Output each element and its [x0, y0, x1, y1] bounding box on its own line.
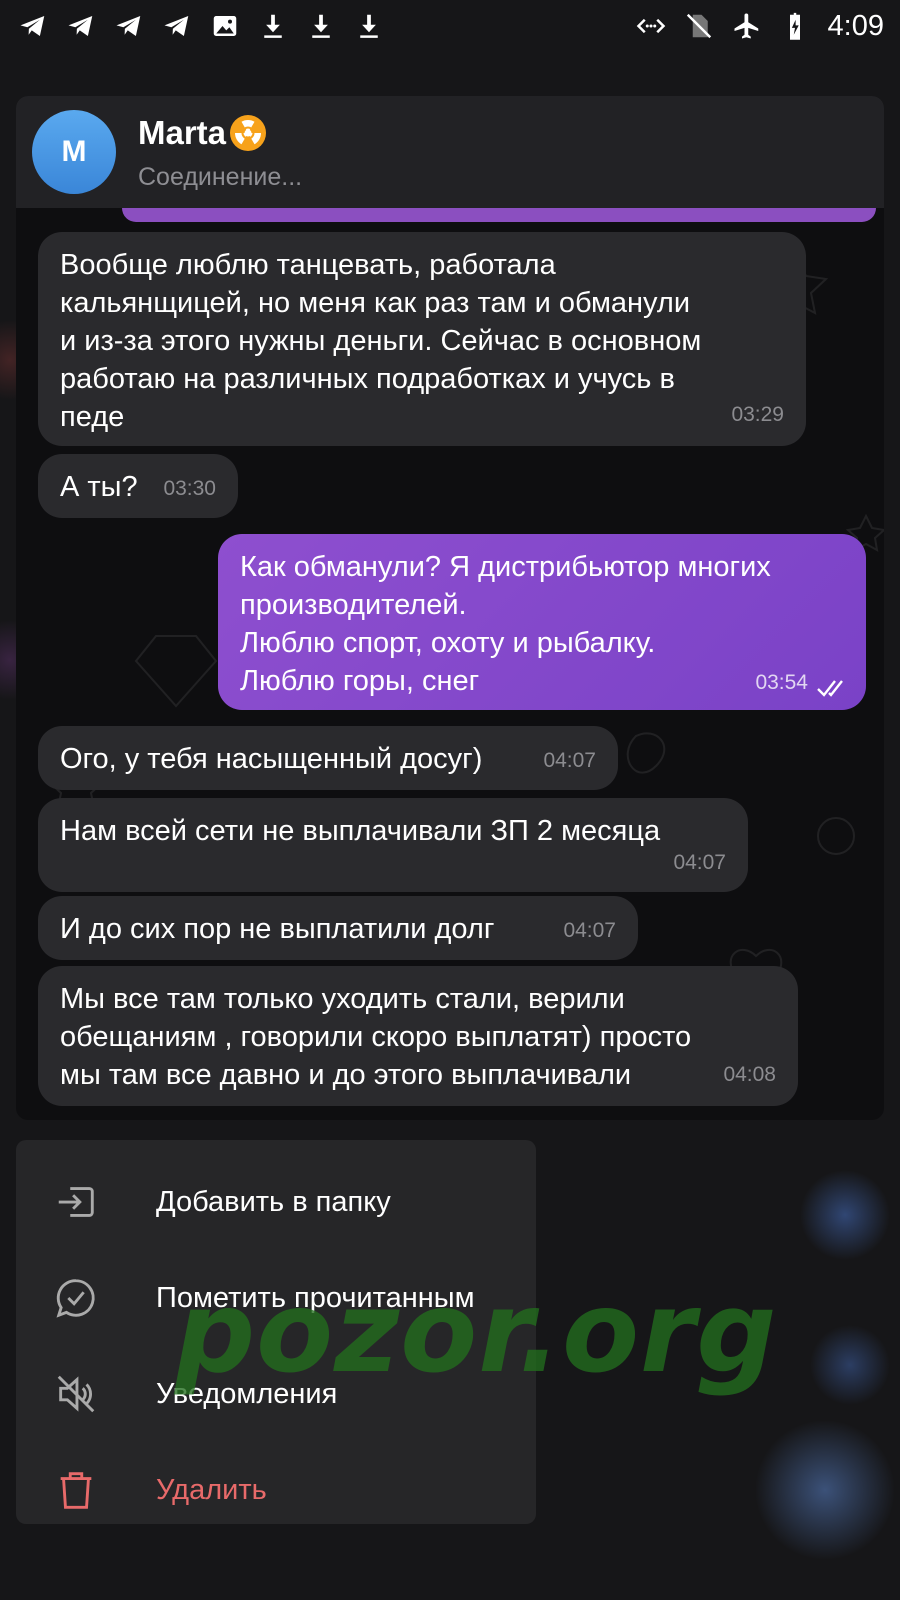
download-icon	[306, 11, 336, 41]
double-check-icon	[817, 680, 843, 697]
message-time: 03:29	[731, 403, 784, 426]
download-icon	[258, 11, 288, 41]
chat-header[interactable]: M Marta Соединение...	[16, 96, 884, 208]
message-time: 04:07	[673, 851, 726, 874]
message-text: И до сих пор не выплатили долг	[60, 913, 495, 945]
telegram-icon	[114, 11, 144, 41]
message-time: 03:30	[163, 477, 216, 500]
message-incoming[interactable]: Нам всей сети не выплачивали ЗП 2 месяца…	[38, 798, 748, 892]
clock: 4:09	[827, 9, 884, 42]
context-menu: Добавить в папку Пометить прочитанным Ув…	[16, 1140, 536, 1524]
image-icon	[210, 11, 240, 41]
download-icon	[354, 11, 384, 41]
menu-item-mark-read[interactable]: Пометить прочитанным	[16, 1250, 536, 1346]
chat-check-icon	[52, 1274, 100, 1322]
data-saver-icon	[636, 11, 666, 41]
message-time: 03:54	[755, 671, 808, 694]
message-time: 04:07	[543, 749, 596, 772]
menu-item-label: Уведомления	[156, 1377, 338, 1410]
contact-name-text: Marta	[138, 113, 227, 151]
telegram-icon	[18, 11, 48, 41]
message-text: Вообще люблю танцевать, работала кальянщ…	[60, 249, 702, 433]
trash-icon	[52, 1466, 100, 1514]
message-incoming[interactable]: Вообще люблю танцевать, работала кальянщ…	[38, 232, 806, 446]
radioactive-emoji-icon	[230, 114, 267, 151]
airplane-icon	[732, 11, 762, 41]
menu-item-label: Удалить	[156, 1473, 267, 1506]
telegram-icon	[162, 11, 192, 41]
folder-add-icon	[52, 1178, 100, 1226]
connection-status: Соединение...	[138, 162, 303, 191]
menu-item-label: Пометить прочитанным	[156, 1281, 475, 1314]
message-text: Мы все там только уходить стали, верили …	[60, 983, 692, 1091]
battery-charging-icon	[780, 11, 810, 41]
contact-name: Marta	[138, 113, 302, 153]
message-text: Нам всей сети не выплачивали ЗП 2 месяца	[60, 815, 661, 847]
status-bar: 4:09	[0, 0, 900, 52]
message-outgoing[interactable]: Как обманули? Я дистрибьютор многих прои…	[218, 534, 866, 710]
message-incoming[interactable]: Ого, у тебя насыщенный досуг) 04:07	[38, 726, 618, 790]
previous-message-edge	[122, 208, 876, 222]
message-incoming[interactable]: Мы все там только уходить стали, верили …	[38, 966, 798, 1106]
avatar[interactable]: M	[32, 110, 116, 194]
message-text: Как обманули? Я дистрибьютор многих прои…	[240, 551, 771, 697]
message-time: 04:08	[723, 1063, 776, 1086]
menu-item-add-to-folder[interactable]: Добавить в папку	[16, 1154, 536, 1250]
message-incoming[interactable]: И до сих пор не выплатили долг 04:07	[38, 896, 638, 960]
chat-preview[interactable]: M Marta Соединение... Вообще люблю танце…	[16, 96, 884, 1120]
message-incoming[interactable]: А ты? 03:30	[38, 454, 238, 518]
mute-icon	[52, 1370, 100, 1418]
menu-item-delete[interactable]: Удалить	[16, 1442, 536, 1538]
message-text: Ого, у тебя насыщенный досуг)	[60, 743, 483, 775]
no-sim-icon	[684, 11, 714, 41]
message-time: 04:07	[563, 919, 616, 942]
menu-item-notifications[interactable]: Уведомления	[16, 1346, 536, 1442]
menu-item-label: Добавить в папку	[156, 1185, 391, 1218]
telegram-icon	[66, 11, 96, 41]
